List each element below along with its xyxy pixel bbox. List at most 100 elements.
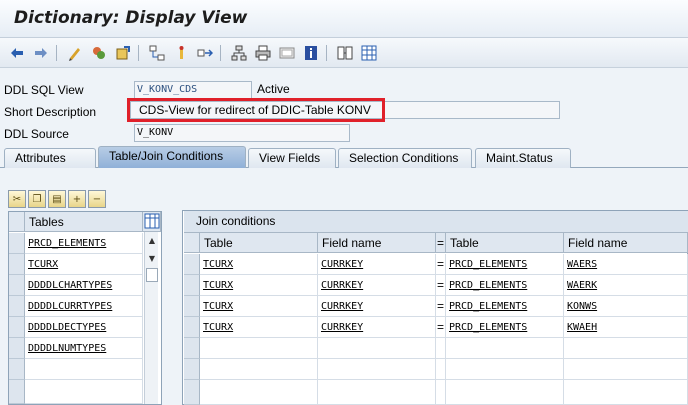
join-table2-cell[interactable]: PRCD_ELEMENTS [446, 296, 564, 317]
scroll-thumb[interactable] [146, 268, 158, 282]
table-row[interactable]: PRCD_ELEMENTS [25, 233, 143, 254]
table-icon[interactable] [360, 44, 378, 62]
table-edit-toolbar: ✂ ❐ ▤ + − [8, 190, 106, 210]
insert-row-icon[interactable]: + [68, 190, 86, 208]
toolbar-separator [326, 45, 327, 61]
table-row[interactable]: TCURX [25, 254, 143, 275]
activate-icon[interactable] [114, 44, 132, 62]
tab-selection-conditions[interactable]: Selection Conditions [338, 148, 472, 168]
table-row[interactable]: DDDDLCURRTYPES [25, 296, 143, 317]
join-field-cell[interactable] [318, 359, 436, 380]
join-field2-cell[interactable] [564, 380, 688, 405]
join-table-header: Table [200, 233, 318, 253]
table-row[interactable]: DDDDLNUMTYPES [25, 338, 143, 359]
select-all-header[interactable] [184, 233, 200, 253]
check-icon[interactable] [90, 44, 108, 62]
row-selector[interactable] [184, 380, 200, 405]
join-field-cell[interactable]: CURRKEY [318, 275, 436, 296]
tab-attributes[interactable]: Attributes [4, 148, 96, 168]
tab-table-join-conditions[interactable]: Table/Join Conditions [98, 146, 246, 168]
row-selector[interactable] [184, 359, 200, 380]
row-selector[interactable] [184, 296, 200, 317]
join-field2-cell[interactable] [564, 359, 688, 380]
join-table2-cell[interactable] [446, 338, 564, 359]
join-table-cell[interactable] [200, 380, 318, 405]
scroll-down-icon[interactable]: ▼ [147, 254, 157, 264]
row-selector[interactable] [9, 380, 25, 404]
join-eq-cell [436, 338, 446, 359]
tables-column-header: Tables [25, 212, 143, 232]
row-selector[interactable] [9, 317, 25, 338]
join-field-cell[interactable]: CURRKEY [318, 254, 436, 275]
delete-row-icon[interactable]: − [88, 190, 106, 208]
table-row[interactable]: DDDDLCHARTYPES [25, 275, 143, 296]
display-change-icon[interactable] [66, 44, 84, 62]
toolbar-separator [220, 45, 221, 61]
scroll-up-icon[interactable]: ▲ [147, 236, 157, 246]
row-selector[interactable] [184, 338, 200, 359]
row-selector[interactable] [184, 275, 200, 296]
join-table-cell[interactable]: TCURX [200, 296, 318, 317]
application-toolbar [0, 38, 688, 68]
ddl-sql-view-field[interactable]: V_KONV_CDS [134, 81, 252, 99]
ddl-sql-view-label: DDL SQL View [4, 83, 84, 97]
select-all-header[interactable] [9, 212, 25, 232]
title-bar: Dictionary: Display View [0, 0, 688, 38]
join-table2-cell[interactable] [446, 380, 564, 405]
join-field-cell[interactable]: CURRKEY [318, 317, 436, 338]
table-row[interactable] [25, 359, 143, 380]
row-selector[interactable] [184, 254, 200, 275]
print-icon[interactable] [254, 44, 272, 62]
tab-maint-status[interactable]: Maint.Status [475, 148, 571, 168]
object-list-icon[interactable] [172, 44, 190, 62]
back-arrow-icon[interactable] [8, 44, 26, 62]
join-table-cell[interactable]: TCURX [200, 254, 318, 275]
join-field2-cell[interactable]: KONWS [564, 296, 688, 317]
join-table2-cell[interactable] [446, 359, 564, 380]
tab-view-fields[interactable]: View Fields [248, 148, 336, 168]
join-table-cell[interactable]: TCURX [200, 275, 318, 296]
join-field2-cell[interactable] [564, 338, 688, 359]
frame-icon[interactable] [278, 44, 296, 62]
join-field-cell[interactable]: CURRKEY [318, 296, 436, 317]
row-selector[interactable] [9, 338, 25, 359]
row-selector[interactable] [9, 275, 25, 296]
technical-settings-icon[interactable] [336, 44, 354, 62]
navigate-icon[interactable] [196, 44, 214, 62]
join-field-cell[interactable] [318, 338, 436, 359]
highlight-box [127, 98, 385, 122]
join-table-cell[interactable] [200, 338, 318, 359]
join-table-cell[interactable] [200, 359, 318, 380]
forward-arrow-icon[interactable] [32, 44, 50, 62]
hierarchy-icon[interactable] [230, 44, 248, 62]
row-selector[interactable] [9, 254, 25, 275]
tables-grid: Tables PRCD_ELEMENTS TCURX DDDDLCHARTYPE… [8, 211, 162, 405]
table-row[interactable] [25, 380, 143, 404]
join-field-cell[interactable] [318, 380, 436, 405]
join-table2-cell[interactable]: PRCD_ELEMENTS [446, 317, 564, 338]
ddl-source-label: DDL Source [4, 127, 69, 141]
tables-scrollbar[interactable]: ▲ ▼ [144, 232, 158, 404]
table-row[interactable]: DDDDLDECTYPES [25, 317, 143, 338]
where-used-icon[interactable] [148, 44, 166, 62]
join-table-cell[interactable]: TCURX [200, 317, 318, 338]
row-selector[interactable] [9, 296, 25, 317]
row-selector[interactable] [184, 317, 200, 338]
copy-icon[interactable]: ❐ [28, 190, 46, 208]
join-table2-cell[interactable]: PRCD_ELEMENTS [446, 275, 564, 296]
join-field2-header: Field name [564, 233, 688, 253]
join-eq-cell: = [436, 275, 446, 296]
paste-icon[interactable]: ▤ [48, 190, 66, 208]
column-settings-icon[interactable] [143, 212, 161, 232]
ddl-source-field[interactable]: V_KONV [134, 124, 350, 142]
join-field-header: Field name [318, 233, 436, 253]
row-selector[interactable] [9, 233, 25, 254]
row-selector[interactable] [9, 359, 25, 380]
cut-icon[interactable]: ✂ [8, 190, 26, 208]
info-icon[interactable] [302, 44, 320, 62]
join-field2-cell[interactable]: WAERS [564, 254, 688, 275]
join-field2-cell[interactable]: KWAEH [564, 317, 688, 338]
join-table2-cell[interactable]: PRCD_ELEMENTS [446, 254, 564, 275]
join-eq-cell: = [436, 296, 446, 317]
join-field2-cell[interactable]: WAERK [564, 275, 688, 296]
